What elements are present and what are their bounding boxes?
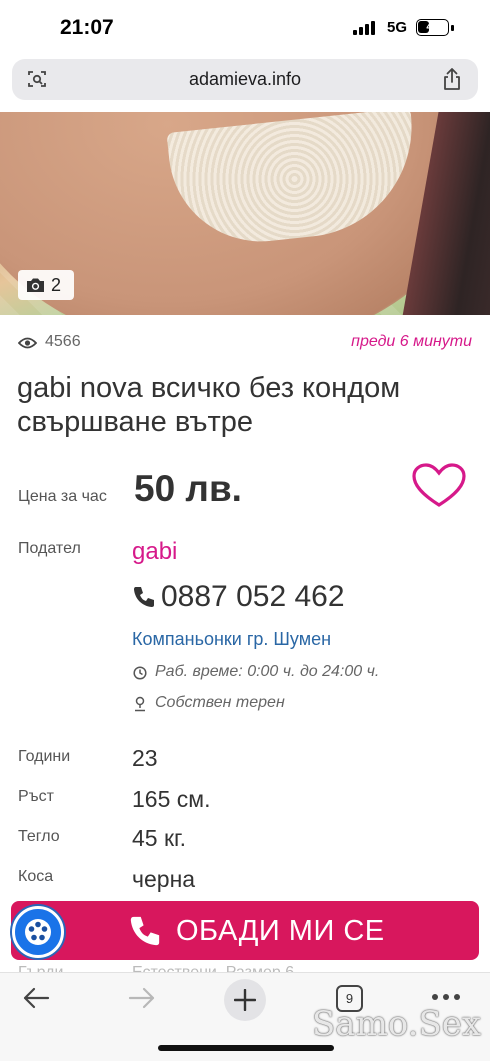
battery-icon: 41	[416, 19, 449, 36]
more-icon[interactable]	[431, 993, 461, 1001]
location-pin-icon	[135, 696, 145, 712]
signal-icon	[353, 21, 375, 35]
eye-icon	[18, 337, 37, 349]
photo-count: 2	[51, 274, 62, 295]
status-bar: 21:07 5G 41	[0, 0, 490, 58]
watermark: Samo.Sex	[312, 1004, 482, 1044]
plus-icon	[234, 989, 256, 1011]
listing-photo[interactable]: 2	[0, 112, 490, 315]
back-icon[interactable]	[22, 987, 50, 1009]
attr-height-value: 165 см.	[132, 786, 211, 812]
forward-icon[interactable]	[128, 987, 156, 1009]
attr-weight-value: 45 кг.	[132, 825, 187, 851]
status-time: 21:07	[60, 16, 114, 39]
listing-title: gabi nova всичко без кондом свършване въ…	[17, 372, 401, 438]
home-indicator[interactable]	[158, 1045, 334, 1051]
seller-name[interactable]: gabi	[132, 538, 177, 566]
listing-meta: 4566 преди 6 минути	[18, 333, 474, 355]
dots-icon	[25, 919, 51, 945]
phone-icon	[134, 587, 154, 607]
camera-icon	[27, 278, 44, 292]
price-label: Цена за час	[18, 488, 107, 505]
phone-number[interactable]: 0887 052 462	[161, 580, 345, 614]
attr-hair-value: черна	[132, 866, 196, 892]
url-text[interactable]: adamieva.info	[12, 59, 478, 100]
address-bar[interactable]: adamieva.info	[12, 59, 478, 100]
attr-height-label: Ръст	[18, 788, 54, 805]
new-tab-button[interactable]	[224, 979, 266, 1021]
seller-label: Подател	[18, 540, 81, 557]
price-value: 50 лв.	[134, 468, 242, 509]
share-icon[interactable]	[442, 67, 462, 91]
attr-weight-label: Тегло	[18, 828, 60, 845]
clock-icon	[133, 666, 147, 680]
attr-age-label: Години	[18, 748, 71, 765]
photo-count-badge[interactable]: 2	[18, 270, 74, 300]
location: Собствен терен	[155, 694, 285, 711]
working-hours: Раб. време: 0:00 ч. до 24:00 ч.	[155, 663, 380, 680]
favorite-heart-icon[interactable]	[412, 463, 466, 509]
battery-level: 41	[426, 21, 439, 33]
floating-action-button[interactable]	[12, 906, 64, 958]
call-phone-icon	[130, 916, 160, 946]
view-count: 4566	[45, 333, 81, 350]
attr-age-value: 23	[132, 745, 158, 771]
call-button[interactable]: ОБАДИ МИ СЕ	[11, 901, 479, 960]
category-link[interactable]: Компаньонки гр. Шумен	[132, 629, 331, 650]
network-type: 5G	[387, 19, 408, 36]
call-button-label: ОБАДИ МИ СЕ	[176, 915, 385, 947]
posted-time: преди 6 минути	[351, 333, 472, 350]
attr-hair-label: Коса	[18, 868, 54, 885]
